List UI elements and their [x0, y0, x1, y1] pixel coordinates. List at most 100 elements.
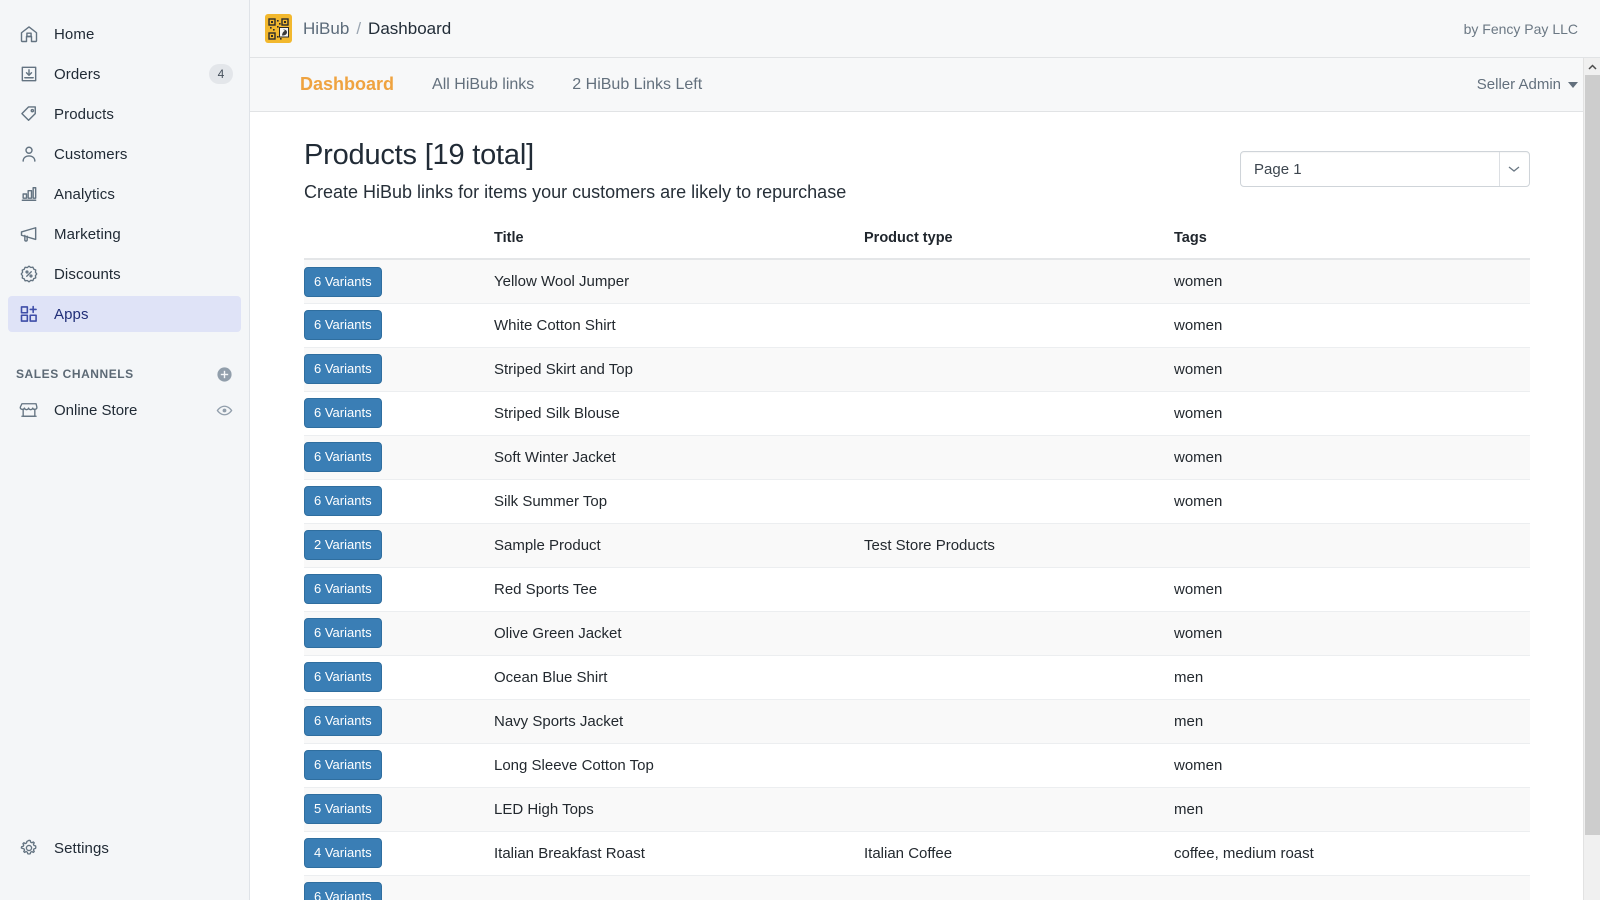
sidebar-item-home[interactable]: Home	[8, 16, 241, 52]
table-row[interactable]: 6 VariantsRed Sports Teewomen	[304, 567, 1530, 611]
app-byline: by Fency Pay LLC	[1464, 21, 1578, 37]
product-type-cell	[864, 391, 1174, 435]
sidebar-item-settings[interactable]: Settings	[8, 830, 241, 866]
variants-button[interactable]: 2 Variants	[304, 530, 382, 560]
page-select[interactable]: Page 1	[1240, 151, 1530, 187]
table-row[interactable]: 6 Variants Long Sleeve Cotton Top women	[304, 743, 1530, 787]
table-row[interactable]: 6 VariantsStriped Silk Blousewomen	[304, 391, 1530, 435]
variants-button[interactable]: 6 Variants	[304, 354, 382, 384]
variants-button[interactable]: 6 Variants	[304, 662, 382, 692]
product-title-cell	[494, 875, 864, 900]
variants-cell: 6 Variants	[304, 611, 494, 655]
variants-button[interactable]: 4 Variants	[304, 838, 382, 868]
breadcrumb-separator: /	[356, 19, 361, 39]
tab-all-hibub-links[interactable]: All HiBub links	[432, 76, 534, 94]
sidebar-item-customers[interactable]: Customers	[8, 136, 241, 172]
variants-cell: 6 Variants	[304, 435, 494, 479]
plus-circle-icon[interactable]	[216, 366, 233, 383]
sidebar-item-label: Online Store	[54, 402, 137, 419]
sidebar-item-products[interactable]: Products	[8, 96, 241, 132]
table-row[interactable]: 4 VariantsItalian Breakfast RoastItalian…	[304, 831, 1530, 875]
product-title-cell: Striped Silk Blouse	[494, 391, 864, 435]
products-table: Title Product type Tags 6 VariantsYellow…	[304, 230, 1530, 900]
variants-button[interactable]: 6 Variants	[304, 267, 382, 297]
variants-button[interactable]: 6 Variants	[304, 398, 382, 428]
sidebar-item-online-store[interactable]: Online Store	[8, 392, 241, 428]
product-title-cell: Sample Product	[494, 523, 864, 567]
product-title-cell: White Cotton Shirt	[494, 303, 864, 347]
product-type-cell	[864, 567, 1174, 611]
variants-cell: 6 Variants	[304, 303, 494, 347]
product-tags-cell: women	[1174, 479, 1530, 523]
product-type-cell	[864, 435, 1174, 479]
sidebar-item-label: Analytics	[54, 186, 115, 203]
table-row[interactable]: 6 VariantsWhite Cotton Shirtwomen	[304, 303, 1530, 347]
product-title-cell: Italian Breakfast Roast	[494, 831, 864, 875]
variants-button[interactable]: 6 Variants	[304, 574, 382, 604]
column-header-action	[304, 230, 494, 259]
hibub-qr-logo	[265, 14, 292, 43]
sidebar-item-analytics[interactable]: Analytics	[8, 176, 241, 212]
chevron-down-icon	[1568, 82, 1578, 88]
sidebar-item-label: Products	[54, 106, 114, 123]
product-type-cell	[864, 611, 1174, 655]
table-row[interactable]: 6 VariantsOlive Green Jacketwomen	[304, 611, 1530, 655]
product-type-cell	[864, 259, 1174, 303]
variants-button[interactable]: 6 Variants	[304, 882, 382, 900]
table-row[interactable]: 6 Variants	[304, 875, 1530, 900]
bar-chart-icon	[16, 183, 42, 205]
sidebar: Home Orders 4	[0, 0, 250, 900]
home-icon	[16, 23, 42, 45]
breadcrumb-current: Dashboard	[368, 19, 451, 39]
table-row[interactable]: 2 Variants Sample ProductTest Store Produ…	[304, 523, 1530, 567]
content-inner: Products [19 total] Create HiBub links f…	[250, 138, 1600, 900]
page-select-value: Page 1	[1254, 161, 1302, 178]
column-header-title: Title	[494, 230, 864, 259]
product-title-cell: Long Sleeve Cotton Top	[494, 743, 864, 787]
table-row[interactable]: 6 VariantsNavy Sports Jacketmen	[304, 699, 1530, 743]
scrollbar-thumb[interactable]	[1585, 75, 1600, 835]
page-subtitle: Create HiBub links for items your custom…	[304, 182, 1240, 203]
product-type-cell	[864, 699, 1174, 743]
variants-cell: 6 Variants	[304, 347, 494, 391]
product-tags-cell: women	[1174, 567, 1530, 611]
sidebar-item-orders[interactable]: Orders 4	[8, 56, 241, 92]
table-row[interactable]: 6 VariantsOcean Blue Shirtmen	[304, 655, 1530, 699]
product-tags-cell: women	[1174, 435, 1530, 479]
vertical-scrollbar[interactable]	[1583, 58, 1600, 900]
product-type-cell	[864, 479, 1174, 523]
account-menu[interactable]: Seller Admin	[1477, 76, 1578, 93]
table-row[interactable]: 6 VariantsYellow Wool Jumperwomen	[304, 259, 1530, 303]
variants-button[interactable]: 6 Variants	[304, 442, 382, 472]
sidebar-item-marketing[interactable]: Marketing	[8, 216, 241, 252]
products-table-head: Title Product type Tags	[304, 230, 1530, 259]
chevron-up-icon[interactable]	[1584, 58, 1600, 75]
tab-hibub-links-left[interactable]: 2 HiBub Links Left	[572, 76, 702, 94]
variants-button[interactable]: 6 Variants	[304, 618, 382, 648]
table-row[interactable]: 5 VariantsLED High Topsmen	[304, 787, 1530, 831]
content-area: Products [19 total] Create HiBub links f…	[250, 112, 1600, 900]
product-type-cell	[864, 787, 1174, 831]
sidebar-item-discounts[interactable]: Discounts	[8, 256, 241, 292]
product-type-cell: Test Store Products	[864, 523, 1174, 567]
main-pane: HiBub / Dashboard by Fency Pay LLC Dashb…	[250, 0, 1600, 900]
table-row[interactable]: 6 VariantsStriped Skirt and Topwomen	[304, 347, 1530, 391]
table-row[interactable]: 6 VariantsSilk Summer Topwomen	[304, 479, 1530, 523]
breadcrumb-app-name[interactable]: HiBub	[303, 19, 349, 39]
table-row[interactable]: 6 VariantsSoft Winter Jacketwomen	[304, 435, 1530, 479]
variants-button[interactable]: 6 Variants	[304, 750, 382, 780]
discount-icon	[16, 263, 42, 285]
variants-cell: 2 Variants	[304, 523, 494, 567]
product-tags-cell: women	[1174, 743, 1530, 787]
sidebar-item-label: Apps	[54, 306, 89, 323]
variants-button[interactable]: 6 Variants	[304, 310, 382, 340]
variants-button[interactable]: 5 Variants	[304, 794, 382, 824]
variants-button[interactable]: 6 Variants	[304, 486, 382, 516]
tab-dashboard[interactable]: Dashboard	[300, 74, 394, 95]
variants-cell: 6 Variants	[304, 259, 494, 303]
sidebar-footer: Settings	[0, 830, 249, 900]
eye-icon[interactable]	[216, 402, 233, 419]
sidebar-item-apps[interactable]: Apps	[8, 296, 241, 332]
chevron-down-icon	[1508, 152, 1520, 186]
variants-button[interactable]: 6 Variants	[304, 706, 382, 736]
